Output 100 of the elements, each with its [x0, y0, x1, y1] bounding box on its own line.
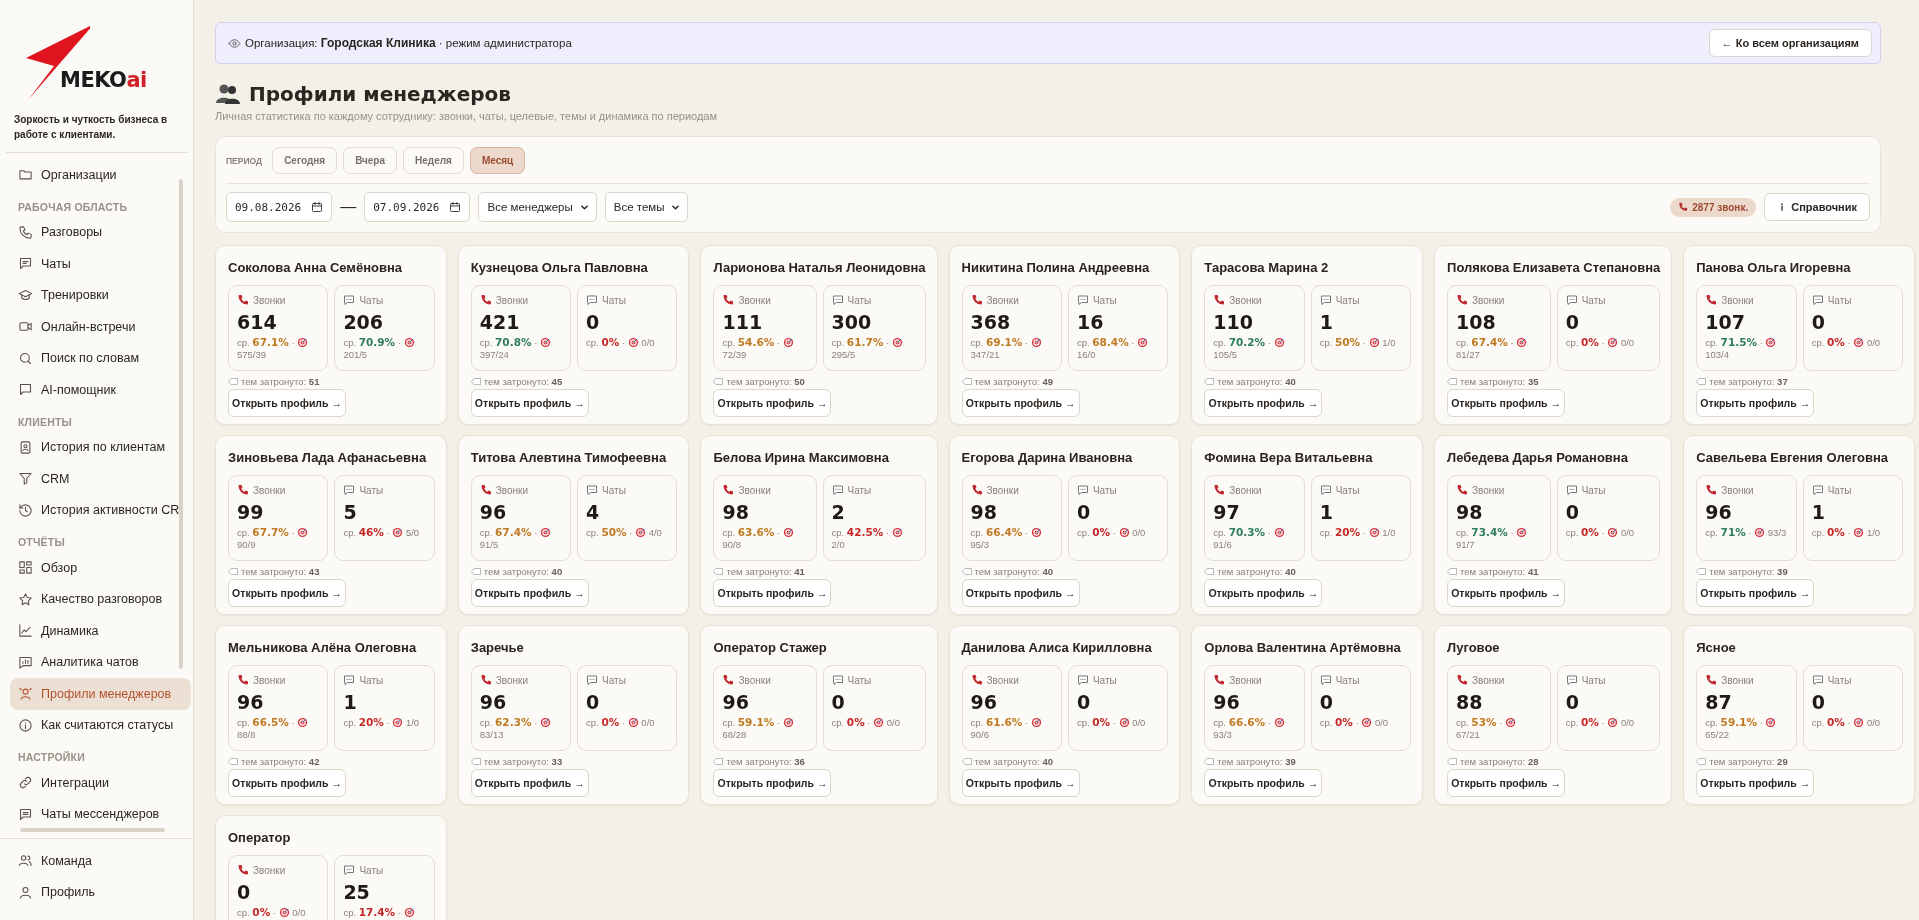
nav-item[interactable]: AI-помощник	[10, 374, 191, 406]
nav-item[interactable]: Команда	[10, 845, 179, 877]
open-profile-button[interactable]: Открыть профиль →	[1447, 579, 1566, 607]
nav-item[interactable]: Интеграции	[10, 767, 191, 799]
manager-name: Оператор Стажер	[713, 640, 828, 655]
average-rate: ср. 59.1% · 68/28	[722, 716, 808, 741]
nav-item[interactable]: Чаты мессенджеров	[10, 798, 191, 830]
open-profile-button[interactable]: Открыть профиль →	[1696, 769, 1815, 797]
speech-bubble-icon	[1565, 484, 1578, 496]
speech-bubble-icon	[1811, 484, 1824, 496]
target-icon	[1030, 717, 1042, 728]
nav-item[interactable]: Тренировки	[10, 279, 191, 311]
average-rate: ср. 0% · 1/0	[1811, 526, 1882, 539]
nav-item[interactable]: Динамика	[10, 615, 191, 647]
stat-label: Звонки	[986, 484, 1019, 496]
stat-label: Чаты	[1827, 484, 1852, 496]
nav-item[interactable]: История активности CR	[10, 494, 191, 526]
folder-icon	[18, 167, 33, 183]
nav-item[interactable]: Организации	[10, 159, 191, 191]
reference-button[interactable]: Справочник	[1764, 193, 1870, 221]
stat-value: 5	[343, 501, 358, 523]
horizontal-scrollbar[interactable]	[20, 828, 165, 832]
open-profile-button[interactable]: Открыть профиль →	[1204, 579, 1323, 607]
stat-value: 0	[1565, 691, 1580, 713]
stat-label: Чаты	[1092, 674, 1117, 686]
target-icon	[782, 337, 794, 348]
open-profile-button[interactable]: Открыть профиль →	[961, 579, 1080, 607]
open-profile-button[interactable]: Открыть профиль →	[713, 389, 832, 417]
manager-name: Егорова Дарина Ивановна	[961, 450, 1134, 465]
average-rate: ср. 50% · 1/0	[1319, 336, 1397, 349]
target-icon	[1118, 527, 1130, 538]
period-label: ПЕРИОД	[226, 155, 263, 166]
open-profile-button[interactable]: Открыть профиль →	[713, 769, 832, 797]
open-profile-button[interactable]: Открыть профиль →	[961, 769, 1080, 797]
topic-select[interactable]: Все темы	[604, 192, 689, 222]
message-icon	[18, 382, 33, 398]
open-profile-button[interactable]: Открыть профиль →	[1696, 579, 1815, 607]
funnel-icon	[18, 471, 33, 487]
period-button[interactable]: Месяц	[469, 147, 526, 174]
date-field[interactable]: 09.08.2026	[226, 192, 333, 222]
nav-item[interactable]: Качество разговоров	[10, 583, 191, 615]
nav-item[interactable]: Онлайн-встречи	[10, 311, 191, 343]
graduation-cap-icon	[18, 287, 33, 303]
nav-item[interactable]: Чаты	[10, 248, 191, 280]
target-icon	[782, 527, 794, 538]
stat-label: Звонки	[1472, 674, 1505, 686]
open-profile-button[interactable]: Открыть профиль →	[1204, 769, 1323, 797]
average-rate: ср. 67.4% · 91/5	[479, 526, 563, 551]
manager-name: Кузнецова Ольга Павловна	[470, 260, 649, 275]
nav-item[interactable]: Разговоры	[10, 216, 191, 248]
vertical-scrollbar[interactable]	[179, 179, 183, 669]
speech-bubble-icon	[1565, 674, 1578, 686]
stat-value: 98	[722, 501, 750, 523]
phone-icon	[237, 674, 249, 686]
stat-label: Звонки	[253, 674, 286, 686]
open-profile-button[interactable]: Открыть профиль →	[1204, 389, 1323, 417]
open-profile-button[interactable]: Открыть профиль →	[228, 579, 346, 607]
target-icon	[1273, 337, 1285, 348]
topics-count: тем затронуто: 40	[1217, 376, 1296, 387]
open-profile-button[interactable]: Открыть профиль →	[470, 579, 589, 607]
topics-count: тем затронуто: 36	[726, 756, 805, 767]
open-profile-button[interactable]: Открыть профиль →	[1447, 769, 1566, 797]
all-organizations-button[interactable]: ← Ко всем организациям	[1708, 29, 1872, 57]
speech-bubble-icon	[1319, 674, 1332, 686]
nav-item[interactable]: Обзор	[10, 552, 191, 584]
average-rate: ср. 0% · 0/0	[1565, 526, 1636, 539]
nav-item[interactable]: Профиль	[10, 876, 179, 908]
speech-bubble-icon	[1076, 674, 1089, 686]
open-profile-button[interactable]: Открыть профиль →	[1696, 389, 1815, 417]
nav-item[interactable]: Как считаются статусы	[10, 709, 191, 741]
manager-name: Титова Алевтина Тимофеевна	[470, 450, 668, 465]
period-button[interactable]: Вчера	[343, 147, 398, 174]
manager-select[interactable]: Все менеджеры	[478, 192, 597, 222]
period-button[interactable]: Сегодня	[272, 147, 338, 174]
average-rate: ср. 67.7% · 90/9	[237, 526, 320, 551]
target-icon	[297, 717, 309, 728]
target-icon	[1765, 337, 1777, 348]
stat-label: Звонки	[1472, 294, 1505, 306]
open-profile-button[interactable]: Открыть профиль →	[228, 389, 346, 417]
nav-item[interactable]: Аналитика чатов	[10, 646, 191, 678]
target-icon	[891, 527, 903, 538]
open-profile-button[interactable]: Открыть профиль →	[228, 769, 346, 797]
open-profile-button[interactable]: Открыть профиль →	[713, 579, 832, 607]
period-button[interactable]: Неделя	[403, 147, 464, 174]
target-icon	[1516, 337, 1528, 348]
nav-item[interactable]: CRM	[10, 463, 191, 495]
open-profile-button[interactable]: Открыть профиль →	[470, 389, 589, 417]
history-icon	[18, 502, 33, 518]
open-profile-button[interactable]: Открыть профиль →	[961, 389, 1080, 417]
open-profile-button[interactable]: Открыть профиль →	[470, 769, 589, 797]
tag-icon	[1204, 378, 1215, 385]
nav-item[interactable]: История по клиентам	[10, 431, 191, 463]
open-profile-button[interactable]: Открыть профиль →	[1447, 389, 1566, 417]
stat-value: 0	[1565, 311, 1580, 333]
nav-item[interactable]: Поиск по словам	[10, 342, 191, 374]
tag-icon	[228, 758, 238, 765]
target-icon	[1853, 527, 1865, 538]
topics-count: тем затронуто: 28	[1460, 756, 1539, 767]
date-field[interactable]: 07.09.2026	[364, 192, 471, 222]
nav-item[interactable]: Профили менеджеров	[10, 678, 191, 710]
